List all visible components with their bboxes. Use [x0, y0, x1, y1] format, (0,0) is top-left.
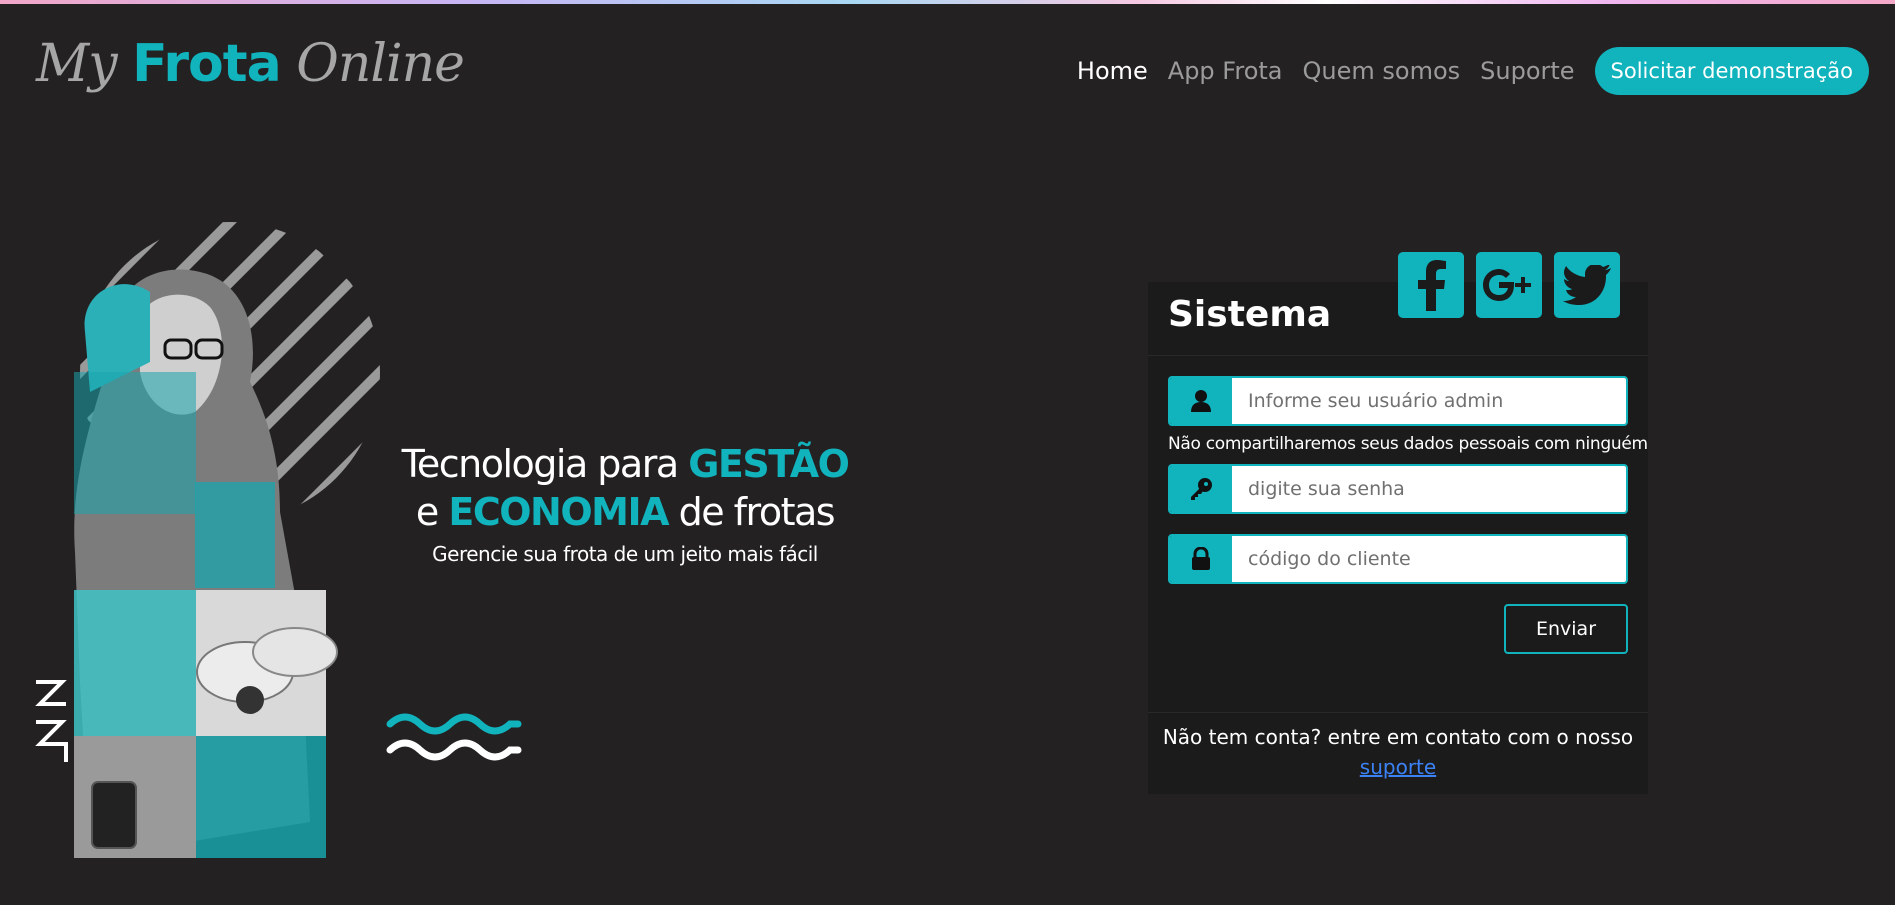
site-logo[interactable]: My Frota Online: [36, 34, 465, 104]
facebook-icon: [1418, 260, 1446, 311]
headline-line-1: Tecnologia para GESTÃO: [401, 442, 850, 486]
hero-subtitle: Gerencie sua frota de um jeito mais fáci…: [432, 542, 818, 566]
lock-icon: [1192, 547, 1210, 570]
hero-headline: Tecnologia para GESTÃO e ECONOMIA de fro…: [380, 440, 870, 566]
google-plus-button[interactable]: [1476, 252, 1542, 318]
nav-item-home[interactable]: Home: [1077, 57, 1148, 85]
no-account-text: Não tem conta? entre em contato com o no…: [1162, 725, 1634, 749]
main-nav: Home App Frota Quem somos Suporte Solici…: [1077, 47, 1869, 95]
user-icon-addon: [1170, 378, 1232, 424]
headline-accent-economia: ECONOMIA: [448, 490, 669, 534]
login-panel-header: Sistema: [1148, 252, 1648, 356]
hero-illustration: [74, 222, 380, 858]
social-buttons: [1398, 252, 1632, 318]
user-icon: [1191, 390, 1211, 412]
key-icon-addon: [1170, 466, 1232, 512]
nav-item-quem-somos[interactable]: Quem somos: [1303, 57, 1461, 85]
twitter-button[interactable]: [1554, 252, 1620, 318]
client-code-input[interactable]: [1232, 536, 1626, 582]
request-demo-button[interactable]: Solicitar demonstração: [1594, 47, 1869, 95]
password-field-group: [1168, 464, 1628, 514]
headline-accent-gestao: GESTÃO: [688, 442, 850, 486]
login-panel-footer: Não tem conta? entre em contato com o no…: [1148, 712, 1648, 794]
username-input[interactable]: [1232, 378, 1626, 424]
username-field-group: [1168, 376, 1628, 426]
lock-icon-addon: [1170, 536, 1232, 582]
waves-decoration: [386, 713, 522, 761]
twitter-icon: [1563, 265, 1611, 305]
zigzag-decoration: [35, 680, 68, 762]
nav-item-suporte[interactable]: Suporte: [1480, 57, 1574, 85]
support-link[interactable]: suporte: [1360, 755, 1436, 779]
logo-text-frota: Frota: [132, 34, 282, 94]
privacy-help-text: Não compartilharemos seus dados pessoais…: [1168, 434, 1648, 454]
login-panel: Sistema Não compartilharemos seus dados …: [1148, 252, 1648, 794]
nav-item-app-frota[interactable]: App Frota: [1168, 57, 1283, 85]
logo-text-my: My: [36, 34, 133, 94]
google-plus-icon: [1483, 269, 1531, 301]
submit-button[interactable]: Enviar: [1504, 604, 1628, 654]
headline-line-2: e ECONOMIA de frotas: [415, 490, 836, 534]
top-gradient-bar: [0, 0, 1895, 4]
password-input[interactable]: [1232, 466, 1626, 512]
logo-text-online: Online: [280, 34, 465, 94]
client-code-field-group: [1168, 534, 1628, 584]
facebook-button[interactable]: [1398, 252, 1464, 318]
key-icon: [1191, 478, 1212, 500]
